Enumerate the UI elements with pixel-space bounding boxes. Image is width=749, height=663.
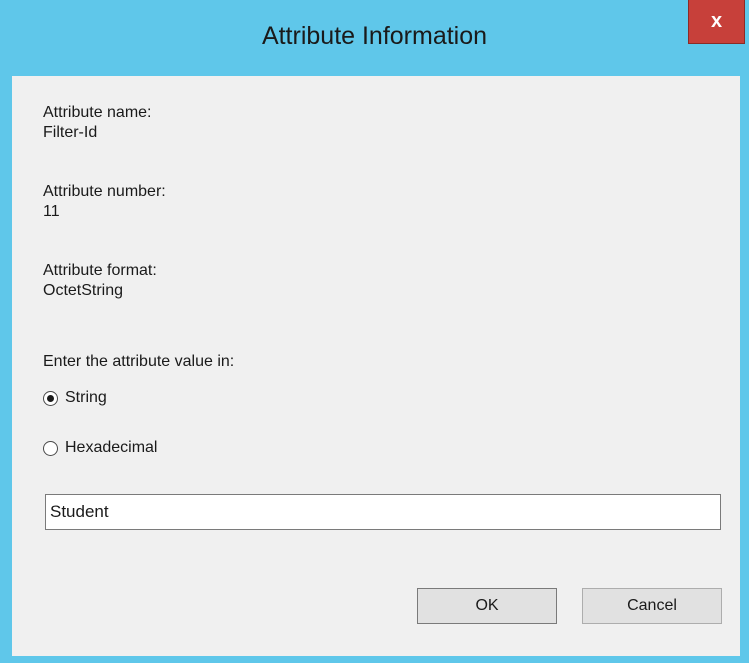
attribute-format-label: Attribute format: [43,262,157,279]
close-button[interactable]: x [688,0,745,44]
radio-string-indicator[interactable] [43,390,58,406]
radio-string-label[interactable]: String [65,389,107,407]
radio-string[interactable]: String [43,386,107,410]
attribute-number-value: 11 [43,203,60,220]
dialog-body: Attribute name: Filter-Id Attribute numb… [12,76,740,656]
ok-button[interactable]: OK [417,588,557,624]
close-icon: x [710,10,723,32]
radio-hexadecimal[interactable]: Hexadecimal [43,436,157,460]
dialog-title: Attribute Information [261,22,488,50]
value-format-prompt: Enter the attribute value in: [43,353,235,370]
attribute-name-value: Filter-Id [43,124,98,141]
attribute-number-label: Attribute number: [43,183,166,200]
title-bar[interactable]: Attribute Information x [0,0,749,76]
cancel-button[interactable]: Cancel [582,588,722,624]
radio-hexadecimal-label[interactable]: Hexadecimal [65,439,157,457]
radio-hexadecimal-indicator[interactable] [43,440,58,456]
attribute-name-label: Attribute name: [43,104,152,121]
attribute-value-input[interactable] [45,494,721,530]
dialog-window: Attribute Information x Attribute name: … [0,0,749,663]
attribute-format-value: OctetString [43,282,124,299]
